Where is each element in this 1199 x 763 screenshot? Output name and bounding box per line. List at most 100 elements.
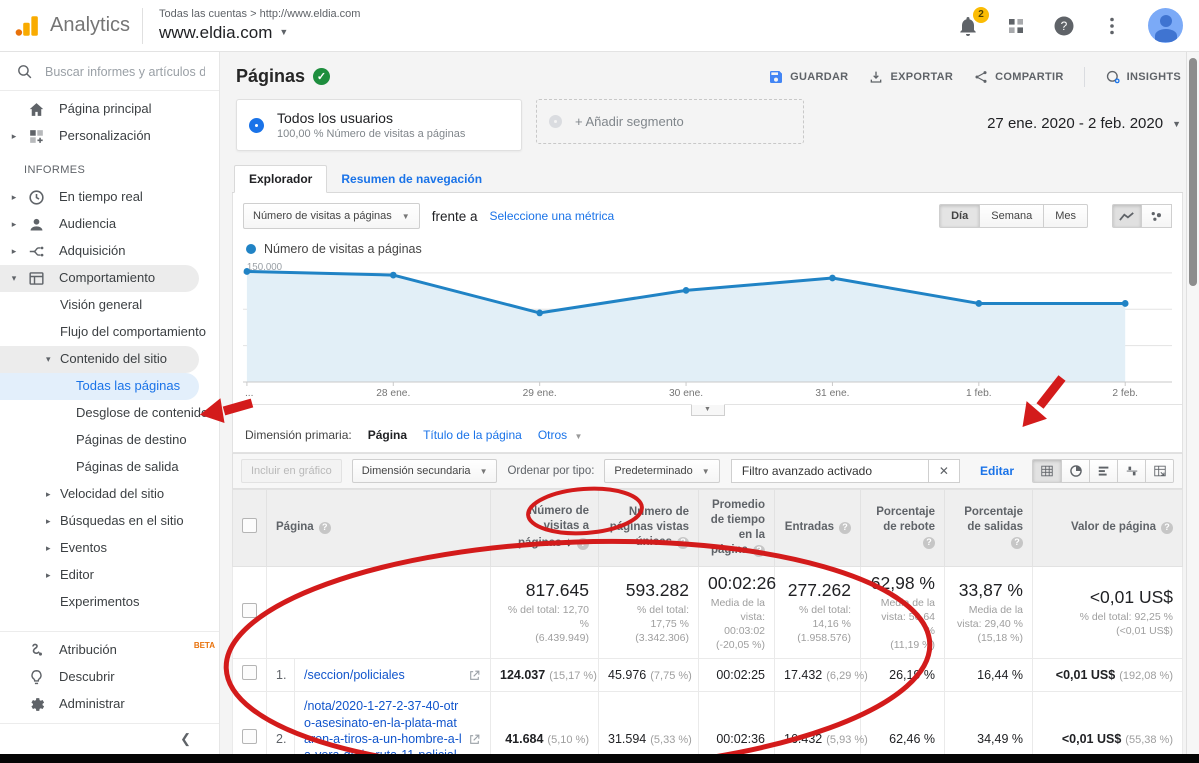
edit-filter-link[interactable]: Editar bbox=[980, 464, 1014, 478]
help-button[interactable]: ? bbox=[1052, 14, 1076, 38]
remove-filter-button[interactable]: ✕ bbox=[928, 460, 959, 482]
granularity-week-button[interactable]: Semana bbox=[980, 204, 1044, 228]
line-chart-view-button[interactable] bbox=[1112, 204, 1142, 228]
sidebar-item-pagina-principal[interactable]: Página principal bbox=[0, 96, 219, 123]
notifications-button[interactable]: 2 bbox=[956, 14, 980, 38]
sidebar-collapse-button[interactable]: ❮ bbox=[0, 723, 219, 754]
add-segment-button[interactable]: + Añadir segmento bbox=[536, 99, 804, 144]
select-metric-link[interactable]: Seleccione una métrica bbox=[490, 209, 615, 223]
column-header-numero-de-visitas-a-paginas[interactable]: Número de visitas a páginas↓? bbox=[491, 490, 599, 567]
column-header-entradas[interactable]: Entradas? bbox=[775, 490, 861, 567]
sidebar-item-velocidad-del-sitio[interactable]: ▸Velocidad del sitio bbox=[0, 481, 219, 508]
sidebar-item-comportamiento[interactable]: ▾Comportamiento bbox=[0, 265, 199, 292]
column-header-pagina[interactable]: Página? bbox=[267, 490, 491, 567]
comparison-view-button[interactable] bbox=[1117, 460, 1145, 482]
vertical-scrollbar[interactable] bbox=[1186, 52, 1199, 754]
insights-button[interactable]: INSIGHTS bbox=[1105, 69, 1181, 85]
sidebar-item-desglose-de-contenido[interactable]: Desglose de contenido bbox=[0, 400, 219, 427]
help-icon[interactable]: ? bbox=[839, 522, 851, 534]
metric-value: 41.684 bbox=[505, 732, 543, 746]
table-view-button[interactable] bbox=[1033, 460, 1061, 482]
metric-dropdown[interactable]: Número de visitas a páginas ▼ bbox=[243, 203, 420, 229]
sidebar-item-busquedas-en-el-sitio[interactable]: ▸Búsquedas en el sitio bbox=[0, 508, 219, 535]
sidebar-item-en-tiempo-real[interactable]: ▸En tiempo real bbox=[0, 184, 219, 211]
account-selector[interactable]: www.eldia.com ▼ bbox=[159, 22, 360, 43]
sidebar-item-eventos[interactable]: ▸Eventos bbox=[0, 535, 219, 562]
row-checkbox[interactable] bbox=[242, 603, 257, 618]
comparison-bars-icon bbox=[1125, 464, 1139, 478]
sidebar-item-contenido-del-sitio[interactable]: ▾Contenido del sitio bbox=[0, 346, 199, 373]
sidebar-item-paginas-de-destino[interactable]: Páginas de destino bbox=[0, 427, 219, 454]
granularity-day-button[interactable]: Día bbox=[939, 204, 980, 228]
column-header-porcentaje-de-rebote[interactable]: Porcentaje de rebote? bbox=[861, 490, 945, 567]
help-icon[interactable]: ? bbox=[1011, 537, 1023, 549]
row-checkbox[interactable] bbox=[242, 665, 257, 680]
sidebar-item-todas-las-paginas[interactable]: Todas las páginas bbox=[0, 373, 199, 400]
sidebar-item-descubrir[interactable]: Descubrir bbox=[0, 664, 219, 691]
column-header-valor-de-pagina[interactable]: Valor de página? bbox=[1033, 490, 1183, 567]
sidebar-item-vision-general[interactable]: Visión general bbox=[0, 292, 219, 319]
page-link[interactable]: /seccion/policiales bbox=[304, 667, 462, 683]
column-header-promedio-de-tiempo-en-la-pagina[interactable]: Promedio de tiempo en la página? bbox=[699, 490, 775, 567]
more-options-button[interactable] bbox=[1100, 14, 1124, 38]
help-icon[interactable]: ? bbox=[677, 537, 689, 549]
sidebar-item-experimentos[interactable]: Experimentos bbox=[0, 589, 219, 616]
dimension-otros[interactable]: Otros ▼ bbox=[538, 428, 583, 442]
metric-value: 00:02:36 bbox=[716, 732, 765, 746]
pivot-table-icon bbox=[1153, 464, 1167, 478]
granularity-month-button[interactable]: Mes bbox=[1044, 204, 1088, 228]
divider bbox=[142, 8, 143, 44]
notification-badge: 2 bbox=[973, 7, 989, 23]
metric-value: 45.976 bbox=[608, 668, 646, 682]
help-icon[interactable]: ? bbox=[923, 537, 935, 549]
sort-type-dropdown[interactable]: Predeterminado ▼ bbox=[604, 459, 719, 483]
external-link-icon[interactable] bbox=[468, 669, 481, 682]
share-button[interactable]: COMPARTIR bbox=[973, 69, 1064, 85]
performance-view-button[interactable] bbox=[1089, 460, 1117, 482]
row-checkbox[interactable] bbox=[242, 729, 257, 744]
table-view-switcher bbox=[1032, 459, 1174, 483]
sidebar-item-audiencia[interactable]: ▸Audiencia bbox=[0, 211, 219, 238]
column-header-numero-de-paginas-vistas-unicas[interactable]: Número de páginas vistas únicas? bbox=[599, 490, 699, 567]
segment-all-users[interactable]: Todos los usuarios 100,00 % Número de vi… bbox=[236, 99, 522, 151]
sidebar-section-informes: INFORMES bbox=[0, 150, 219, 184]
sidebar-item-personalizacion[interactable]: ▸Personalización bbox=[0, 123, 219, 150]
chevron-right-icon: ▸ bbox=[6, 219, 22, 231]
x-axis-expander[interactable]: ▼ bbox=[691, 404, 725, 416]
motion-chart-view-button[interactable] bbox=[1142, 204, 1172, 228]
date-range-selector[interactable]: 27 ene. 2020 - 2 feb. 2020 ▼ bbox=[987, 99, 1181, 132]
secondary-dimension-dropdown[interactable]: Dimensión secundaria ▼ bbox=[352, 459, 498, 483]
percentage-view-button[interactable] bbox=[1061, 460, 1089, 482]
help-icon[interactable]: ? bbox=[1161, 522, 1173, 534]
sidebar-item-administrar[interactable]: Administrar bbox=[0, 691, 219, 718]
sidebar-item-editor[interactable]: ▸Editor bbox=[0, 562, 219, 589]
save-button[interactable]: GUARDAR bbox=[768, 69, 848, 85]
page-link[interactable]: /nota/2020-1-27-2-37-40-otro-asesinato-e… bbox=[304, 698, 462, 754]
external-link-icon[interactable] bbox=[468, 733, 481, 746]
dimension-titulo-pagina[interactable]: Título de la página bbox=[423, 428, 522, 442]
help-icon[interactable]: ? bbox=[319, 522, 331, 534]
date-range-value: 27 ene. 2020 - 2 feb. 2020 bbox=[987, 115, 1163, 132]
help-icon[interactable]: ? bbox=[577, 538, 589, 550]
tab-resumen-navegacion[interactable]: Resumen de navegación bbox=[327, 166, 496, 192]
sort-desc-icon[interactable]: ↓ bbox=[566, 534, 573, 549]
search-input[interactable] bbox=[45, 65, 205, 79]
user-avatar[interactable] bbox=[1148, 8, 1183, 43]
totals-value: 277.262 bbox=[784, 580, 851, 601]
sidebar-search[interactable] bbox=[0, 52, 219, 91]
column-header-porcentaje-de-salidas[interactable]: Porcentaje de salidas? bbox=[945, 490, 1033, 567]
sidebar-item-adquisicion[interactable]: ▸Adquisición bbox=[0, 238, 219, 265]
tab-explorador[interactable]: Explorador bbox=[234, 165, 327, 193]
scrollbar-thumb[interactable] bbox=[1189, 58, 1197, 286]
dimension-pagina[interactable]: Página bbox=[368, 428, 407, 442]
plot-rows-button[interactable]: Incluir en gráfico bbox=[241, 459, 342, 483]
totals-subtext: Media de la vista: 00:03:02 (-20,05 %) bbox=[708, 596, 765, 653]
export-button[interactable]: EXPORTAR bbox=[868, 69, 953, 85]
apps-grid-button[interactable] bbox=[1004, 14, 1028, 38]
sidebar-item-flujo-del-comportamiento[interactable]: Flujo del comportamiento bbox=[0, 319, 219, 346]
sidebar-item-atribucion[interactable]: AtribuciónBETA bbox=[0, 637, 219, 664]
sidebar-item-paginas-de-salida[interactable]: Páginas de salida bbox=[0, 454, 219, 481]
help-icon[interactable]: ? bbox=[753, 545, 765, 557]
pivot-view-button[interactable] bbox=[1145, 460, 1173, 482]
row-checkbox[interactable] bbox=[242, 518, 257, 533]
